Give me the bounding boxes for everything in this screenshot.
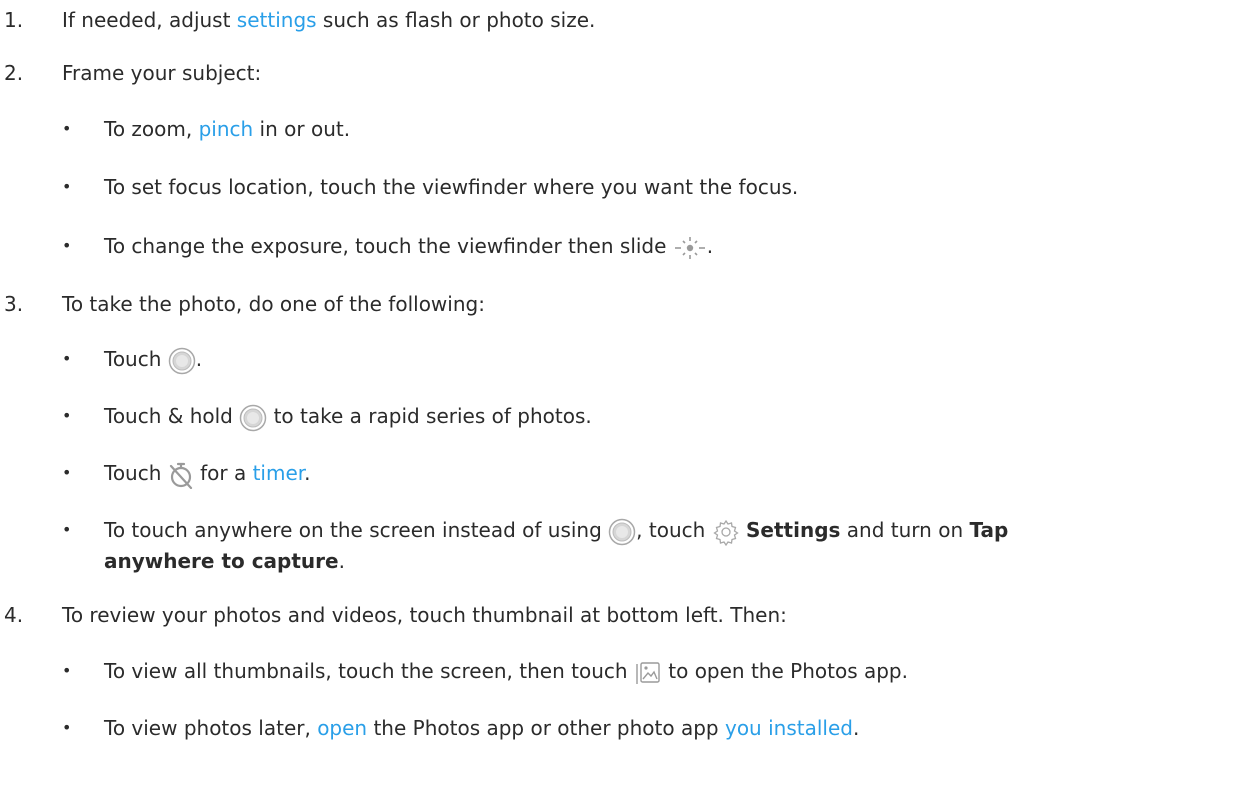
step-text: Frame your subject:	[62, 61, 262, 85]
bullet-glyph: •	[62, 718, 72, 737]
bullet-glyph: •	[62, 463, 72, 482]
bullet-glyph: •	[62, 520, 72, 539]
shutter-button-icon	[239, 404, 267, 432]
bullet-glyph: •	[62, 177, 72, 196]
bullet-glyph: •	[62, 236, 72, 255]
step-text: To review your photos and videos, touch …	[62, 603, 787, 627]
you-installed-link[interactable]: you installed	[725, 716, 853, 740]
exposure-slider-icon	[673, 235, 707, 261]
timer-off-icon	[168, 461, 194, 489]
shutter-button-icon	[608, 518, 636, 546]
step-number: 3.	[4, 292, 24, 316]
bullet-glyph: •	[62, 119, 72, 138]
settings-link[interactable]: settings	[237, 8, 317, 32]
step-text: If needed, adjust settings such as flash…	[62, 8, 596, 32]
step-text: To take the photo, do one of the followi…	[62, 292, 485, 316]
tap-anywhere-label: Tap	[969, 518, 1009, 542]
photos-gallery-icon	[634, 660, 662, 686]
settings-label: Settings	[746, 518, 841, 542]
tap-anywhere-label-continued: anywhere to capture	[104, 549, 339, 573]
step-number: 2.	[4, 61, 24, 85]
pinch-link[interactable]: pinch	[199, 117, 254, 141]
step-number: 1.	[4, 8, 24, 32]
timer-link[interactable]: timer	[253, 461, 305, 485]
open-link[interactable]: open	[317, 716, 367, 740]
shutter-button-icon	[168, 347, 196, 375]
bullet-glyph: •	[62, 349, 72, 368]
bullet-glyph: •	[62, 661, 72, 680]
gear-icon	[712, 518, 740, 546]
bullet-glyph: •	[62, 406, 72, 425]
step-number: 4.	[4, 603, 24, 627]
